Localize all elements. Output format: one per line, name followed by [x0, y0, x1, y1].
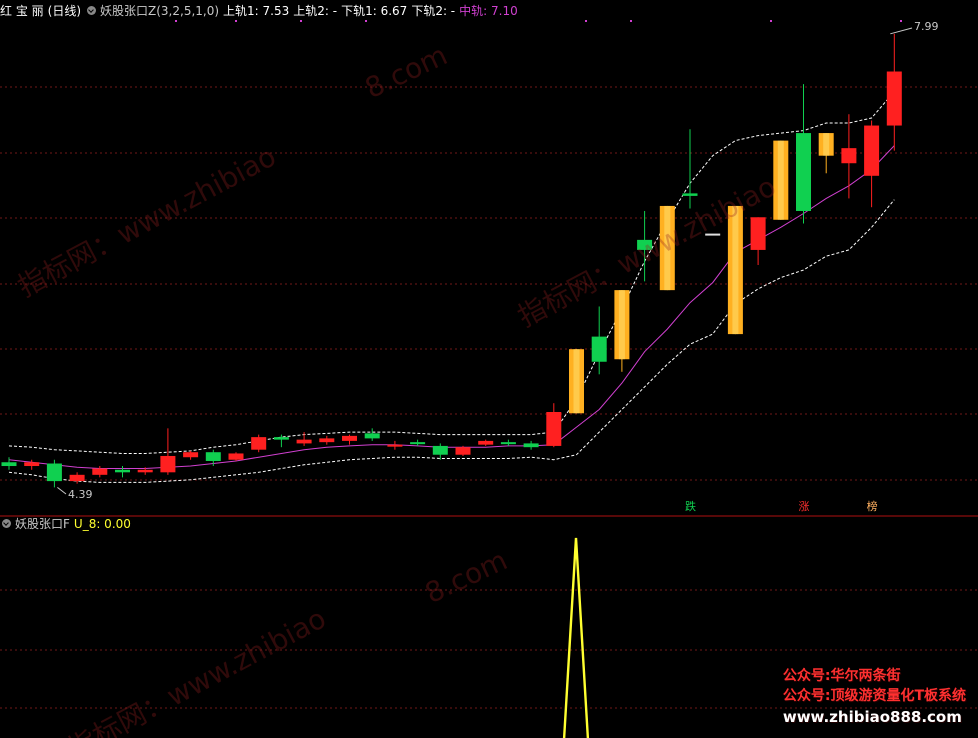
upper1-value: 上轨1: 7.53: [223, 4, 290, 18]
marker-dot: [235, 20, 237, 22]
candle-body: [1, 462, 17, 467]
candle-body: [69, 474, 85, 482]
candle-body: [796, 133, 811, 211]
marker-dot: [175, 20, 177, 22]
candle-body: [228, 453, 244, 460]
sub-indicator-value: U_8: 0.00: [73, 517, 131, 531]
indicator-name[interactable]: 妖股张口Z(3,2,5,1,0): [100, 4, 219, 18]
candle-body: [273, 437, 289, 440]
candle-body: [546, 412, 562, 446]
low-leader-line: [57, 486, 67, 495]
lower2-value: 下轨2: -: [411, 4, 456, 18]
candle-body: [92, 468, 108, 475]
candle-highlight: [618, 290, 625, 360]
candle-body: [46, 463, 62, 482]
candle-highlight: [777, 140, 784, 220]
promo-block: 公众号:华尔两条街 公众号:顶级游资量化T板系统 www.zhibiao888.…: [783, 666, 966, 728]
marker-dot: [585, 20, 587, 22]
upper-band-line: [8, 91, 895, 454]
candle-body: [432, 445, 448, 455]
candle-highlight: [573, 349, 580, 414]
candle-body: [115, 469, 130, 473]
candle-body: [342, 435, 357, 441]
main-panel-header: 红 宝 丽 (日线) 妖股张口Z(3,2,5,1,0) 上轨1: 7.53 上轨2: -…: [0, 2, 522, 20]
high-leader-line: [890, 27, 913, 35]
promo-line: 公众号:华尔两条街: [782, 668, 901, 684]
candle-body: [205, 452, 221, 461]
candle-body: [296, 439, 312, 444]
candle-body: [137, 469, 153, 473]
candle-body: [160, 455, 176, 473]
period-label[interactable]: (日线): [48, 4, 81, 18]
promo-link[interactable]: www.zhibiao888.com: [783, 706, 966, 728]
signal-marker: 涨: [798, 500, 810, 513]
candle-body: [410, 442, 426, 445]
candle-body: [637, 239, 653, 250]
candle-body: [864, 125, 880, 176]
candle-body: [364, 433, 380, 439]
sub-indicator-name[interactable]: 妖股张口F: [15, 517, 70, 531]
marker-dot: [900, 20, 902, 22]
candle-body: [183, 452, 199, 458]
signal-marker: 榜: [866, 500, 878, 513]
marker-dot: [365, 20, 367, 22]
candle-body: [682, 193, 698, 196]
sub-panel-header: 妖股张口F U_8: 0.00: [0, 515, 135, 533]
candle-body: [319, 438, 335, 443]
candle-body: [478, 440, 494, 445]
candle-body: [523, 443, 539, 448]
marker-dot: [300, 20, 302, 22]
candle-highlight: [823, 133, 830, 156]
candle-body: [705, 233, 721, 236]
mid-value: 中轨: 7.10: [459, 4, 518, 18]
candle-body: [750, 217, 766, 250]
low-price-label: 4.39: [68, 488, 93, 501]
lower1-value: 下轨1: 6.67: [341, 4, 408, 18]
sub-indicator-toggle-icon[interactable]: [2, 519, 11, 528]
candle-body: [500, 442, 516, 445]
candle-body: [387, 444, 403, 447]
marker-dot: [630, 20, 632, 22]
marker-dot: [770, 20, 772, 22]
candle-highlight: [732, 205, 739, 335]
high-price-label: 7.99: [914, 20, 939, 33]
chart-stage: 红 宝 丽 (日线) 妖股张口Z(3,2,5,1,0) 上轨1: 7.53 上轨2: -…: [0, 0, 978, 738]
candle-body: [455, 447, 471, 455]
candle-body: [591, 336, 607, 362]
indicator-toggle-icon[interactable]: [87, 6, 97, 15]
candle-body: [251, 437, 267, 450]
candle-body: [841, 148, 857, 164]
candle-highlight: [664, 205, 671, 291]
signal-marker: 跌: [685, 500, 696, 513]
candle-body: [886, 71, 902, 126]
stock-name: 红 宝 丽: [0, 4, 44, 18]
mid-band-line: [8, 145, 895, 469]
candle-body: [24, 462, 40, 467]
candlestick-chart[interactable]: [0, 0, 978, 738]
upper2-value: 上轨2: -: [293, 4, 338, 18]
promo-line: 公众号:顶级游资量化T板系统: [782, 688, 966, 704]
